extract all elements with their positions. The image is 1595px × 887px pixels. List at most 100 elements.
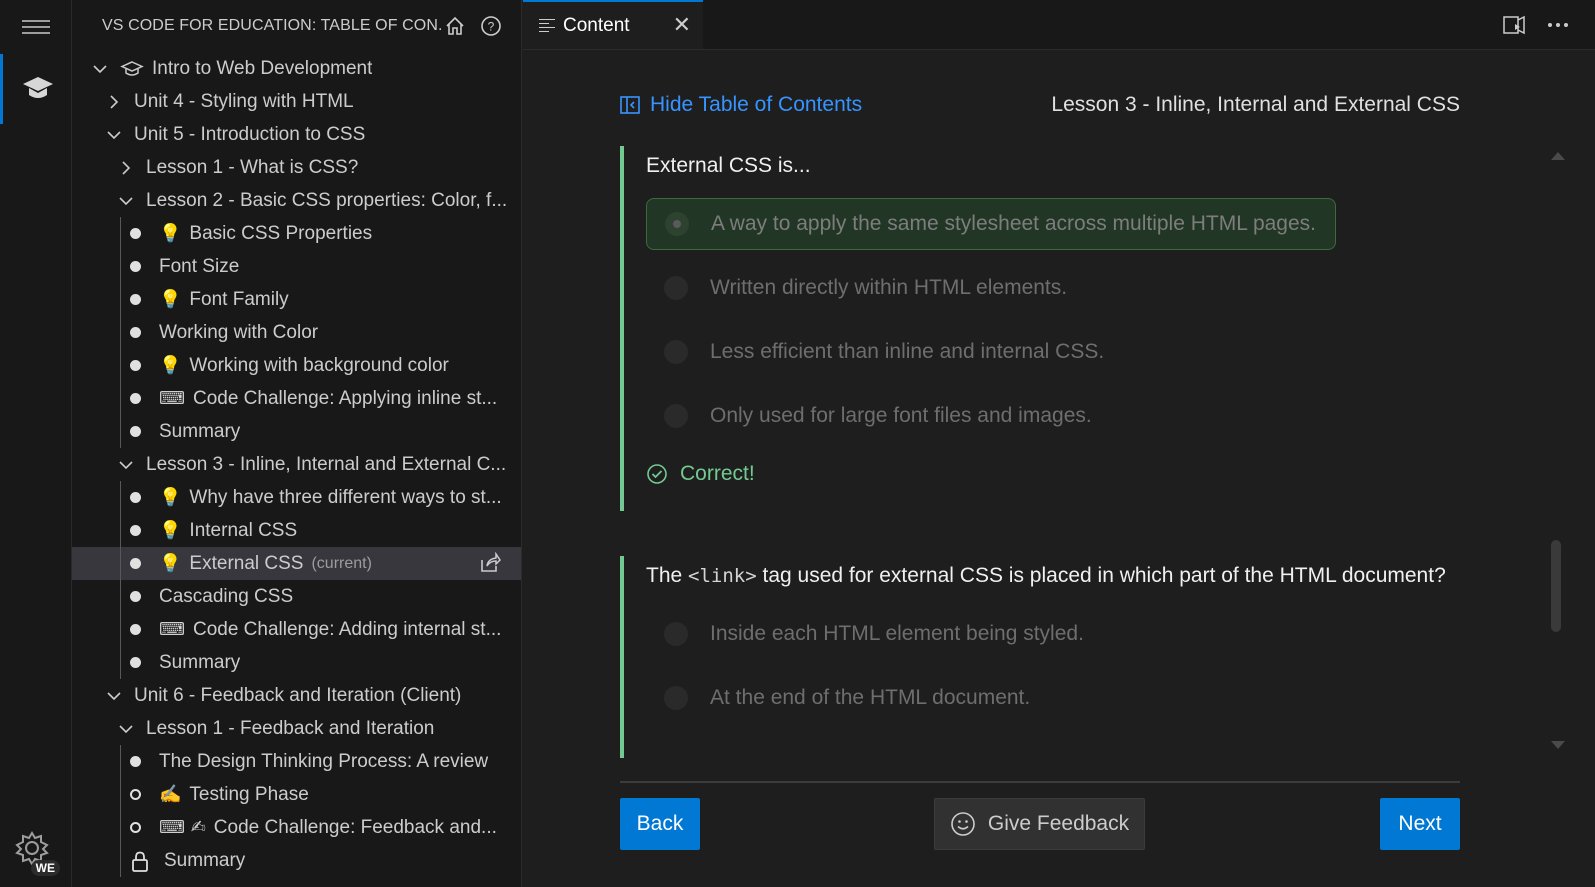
indent-guide (120, 481, 121, 514)
chevron-down-icon[interactable] (118, 193, 134, 209)
tree-node[interactable]: Lesson 2 - Basic CSS properties: Color, … (72, 184, 521, 217)
correct-label: Correct! (680, 462, 755, 485)
chevron-down-icon[interactable] (118, 457, 134, 473)
lightbulb-icon: 💡 (159, 355, 182, 375)
question-2: The <link> tag used for external CSS is … (620, 556, 1460, 758)
tree-item-label: Unit 4 - Styling with HTML (134, 90, 354, 112)
tree-item[interactable]: Summary (72, 646, 521, 679)
answer-option-label: At the end of the HTML document. (710, 686, 1031, 709)
more-actions-icon[interactable] (1545, 12, 1571, 38)
lightbulb-icon: 💡 (159, 223, 182, 243)
chevron-right-icon[interactable] (118, 160, 134, 176)
complete-dot-icon (130, 624, 141, 635)
chevron-right-icon[interactable] (106, 94, 122, 110)
radio-button[interactable] (664, 686, 688, 710)
indent-guide (120, 844, 121, 877)
scroll-up-arrow[interactable] (1551, 152, 1565, 160)
radio-button[interactable] (664, 622, 688, 646)
complete-dot-icon (130, 393, 141, 404)
tree-item[interactable]: Cascading CSS (72, 580, 521, 613)
answer-option[interactable]: Less efficient than inline and internal … (646, 326, 1460, 378)
chevron-down-icon[interactable] (92, 61, 108, 77)
tree-item-label: Lesson 2 - Basic CSS properties: Color, … (146, 189, 508, 211)
hide-toc-link[interactable]: Hide Table of Contents (620, 93, 862, 117)
tree-node[interactable]: Unit 6 - Feedback and Iteration (Client) (72, 679, 521, 712)
give-feedback-button[interactable]: Give Feedback (934, 798, 1145, 850)
radio-button[interactable] (664, 404, 688, 428)
editor-area: Content ✕ Hide Table of Contents Lesson … (523, 0, 1595, 887)
tree-item[interactable]: Font Size (72, 250, 521, 283)
answer-option-label: A way to apply the same stylesheet acros… (711, 212, 1317, 235)
menu-icon[interactable] (22, 16, 50, 38)
complete-dot-icon (130, 426, 141, 437)
tree-item[interactable]: 💡 Why have three different ways to st... (72, 481, 521, 514)
writing-hand-icon: ✍ (159, 784, 182, 804)
help-icon[interactable]: ? (479, 14, 503, 38)
radio-button[interactable] (664, 276, 688, 300)
tree-item[interactable]: Summary (72, 844, 521, 877)
tree-item-label: Intro to Web Development (152, 57, 373, 79)
education-icon[interactable] (0, 54, 72, 124)
lock-icon (130, 850, 150, 872)
tree-node[interactable]: Unit 4 - Styling with HTML (72, 85, 521, 118)
tree-item[interactable]: 💡 Basic CSS Properties (72, 217, 521, 250)
chevron-down-icon[interactable] (118, 721, 134, 737)
close-tab-icon[interactable]: ✕ (673, 14, 691, 37)
indent-guide (120, 778, 121, 811)
tree-item[interactable]: 💡 Internal CSS (72, 514, 521, 547)
tree-item[interactable]: 💡 Working with background color (72, 349, 521, 382)
tree-item[interactable]: ⌨ ✍ Code Challenge: Feedback and... (72, 811, 521, 844)
tree-item[interactable]: Summary (72, 415, 521, 448)
tree-node[interactable]: Lesson 1 - What is CSS? (72, 151, 521, 184)
tree-item[interactable]: ✍ Testing Phase (72, 778, 521, 811)
tab-bar: Content ✕ (523, 0, 1595, 50)
tree-item[interactable]: ⌨ Code Challenge: Applying inline st... (72, 382, 521, 415)
tab-content[interactable]: Content ✕ (523, 0, 703, 49)
answer-option-label: Less efficient than inline and internal … (710, 340, 1105, 363)
activity-bar: WE (0, 0, 72, 887)
tree-node[interactable]: Unit 5 - Introduction to CSS (72, 118, 521, 151)
tree-item[interactable]: The Design Thinking Process: A review (72, 745, 521, 778)
answer-option-label: Inside each HTML element being styled. (710, 622, 1084, 645)
sidebar-toggle-icon (620, 96, 640, 114)
complete-dot-icon (130, 294, 141, 305)
tree-node[interactable]: Lesson 3 - Inline, Internal and External… (72, 448, 521, 481)
question-1: External CSS is... A way to apply the sa… (620, 146, 1460, 511)
complete-dot-icon (130, 360, 141, 371)
chevron-down-icon[interactable] (106, 688, 122, 704)
tree-item[interactable]: 💡 External CSS (current) (72, 547, 521, 580)
share-icon[interactable] (479, 551, 501, 574)
radio-dot (673, 220, 681, 228)
indent-guide (120, 646, 121, 679)
correct-feedback: Correct! (646, 462, 1460, 486)
home-icon[interactable] (443, 14, 467, 38)
lightbulb-icon: 💡 (159, 487, 182, 507)
tree-item[interactable]: 💡 Font Family (72, 283, 521, 316)
tree-item-label: Why have three different ways to st... (189, 486, 502, 508)
lightbulb-icon: 💡 (159, 289, 182, 309)
give-feedback-label: Give Feedback (987, 812, 1130, 835)
radio-button[interactable] (665, 212, 689, 236)
settings-gear-icon[interactable]: WE (14, 830, 60, 876)
answer-option[interactable]: Written directly within HTML elements. (646, 262, 1460, 314)
answer-option[interactable]: A way to apply the same stylesheet acros… (646, 198, 1336, 250)
content-header: Hide Table of Contents Lesson 3 - Inline… (620, 90, 1460, 120)
tree-node[interactable]: Lesson 1 - Feedback and Iteration (72, 712, 521, 745)
answer-option[interactable]: At the end of the HTML document. (646, 672, 1460, 724)
tree-node[interactable]: Intro to Web Development (72, 52, 521, 85)
scroll-down-arrow[interactable] (1551, 741, 1565, 749)
next-button[interactable]: Next (1380, 798, 1460, 850)
read-aloud-icon[interactable] (1501, 12, 1527, 38)
answer-option[interactable]: Only used for large font files and image… (646, 390, 1460, 442)
complete-dot-icon (130, 228, 141, 239)
scrollbar-thumb[interactable] (1551, 540, 1561, 632)
question-2-text-after: tag used for external CSS is placed in w… (756, 564, 1446, 587)
current-indicator: (current) (311, 554, 372, 572)
answer-option[interactable]: Inside each HTML element being styled. (646, 608, 1460, 660)
indent-guide (120, 349, 121, 382)
tree-item[interactable]: Working with Color (72, 316, 521, 349)
chevron-down-icon[interactable] (106, 127, 122, 143)
tree-item[interactable]: ⌨ Code Challenge: Adding internal st... (72, 613, 521, 646)
radio-button[interactable] (664, 340, 688, 364)
back-button[interactable]: Back (620, 798, 700, 850)
